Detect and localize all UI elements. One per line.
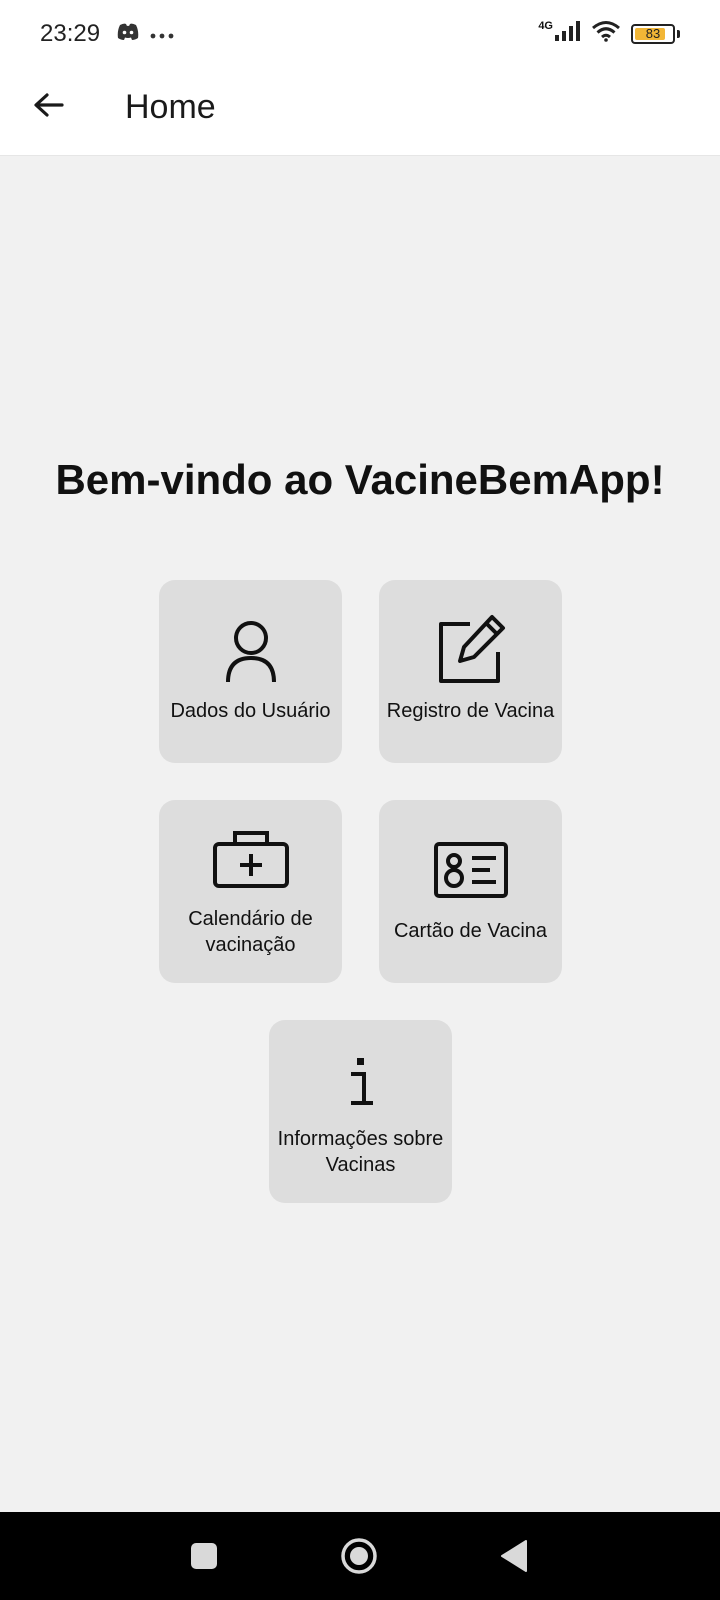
app-bar: Home — [0, 70, 720, 156]
wifi-icon — [591, 20, 621, 47]
battery-icon: 83 — [631, 23, 675, 44]
discord-icon — [116, 22, 140, 47]
system-nav-bar — [0, 1512, 720, 1600]
circle-icon — [341, 1538, 377, 1574]
welcome-heading: Bem-vindo ao VacineBemApp! — [55, 456, 665, 503]
card-label: Dados do Usuário — [170, 700, 331, 722]
square-icon — [191, 1543, 217, 1569]
page-title: Home — [125, 88, 216, 126]
home-button[interactable] — [340, 1537, 378, 1580]
info-icon — [269, 1058, 452, 1106]
network-type: 4G — [538, 19, 553, 32]
battery-level: 83 — [645, 26, 661, 41]
more-dots-icon — [150, 26, 174, 44]
triangle-back-icon — [501, 1540, 527, 1572]
card-dados-usuario[interactable]: Dados do Usuário — [159, 580, 342, 763]
status-bar: 23:29 4G 83 — [0, 0, 720, 70]
edit-icon — [379, 614, 562, 684]
arrow-left-icon — [34, 93, 64, 117]
card-label: Calendário de vacinação — [188, 908, 313, 956]
home-content: Bem-vindo ao VacineBemApp! Dados do Usuá… — [0, 156, 720, 1512]
card-calendario-vacinacao[interactable]: Calendário de vacinação — [159, 800, 342, 983]
card-label: Informações sobre Vacinas — [277, 1128, 444, 1176]
card-label: Registro de Vacina — [386, 700, 555, 722]
user-icon — [159, 620, 342, 684]
signal-icon — [555, 21, 581, 46]
medical-kit-icon — [159, 830, 342, 888]
card-registro-vacina[interactable]: Registro de Vacina — [379, 580, 562, 763]
status-time: 23:29 — [40, 20, 101, 47]
card-informacoes-vacinas[interactable]: Informações sobre Vacinas — [269, 1020, 452, 1203]
back-nav-button[interactable] — [500, 1539, 528, 1578]
recent-apps-button[interactable] — [190, 1542, 218, 1575]
card-cartao-vacina[interactable]: Cartão de Vacina — [379, 800, 562, 983]
card-label: Cartão de Vacina — [393, 920, 548, 942]
id-card-icon — [379, 842, 562, 898]
back-button[interactable] — [28, 88, 68, 128]
